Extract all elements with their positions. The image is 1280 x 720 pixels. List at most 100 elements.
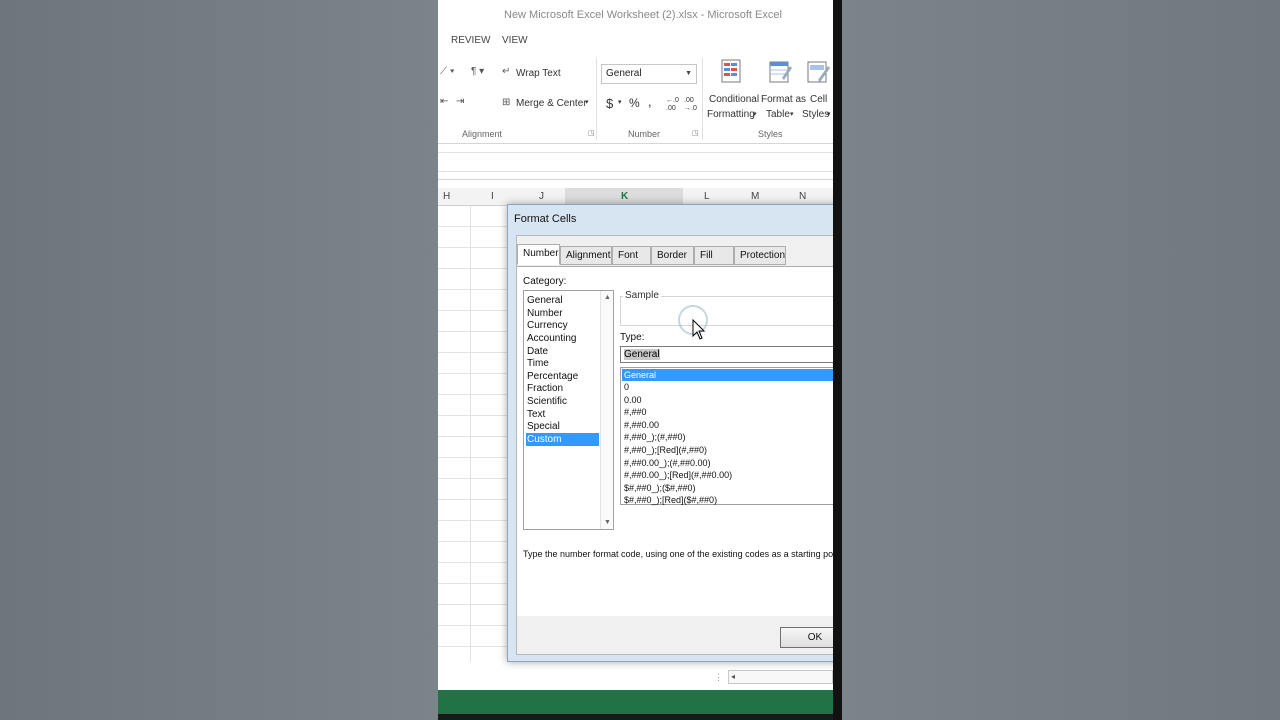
category-item-special[interactable]: Special (526, 420, 599, 433)
group-separator (702, 58, 703, 140)
column-header-m[interactable]: M (751, 191, 759, 202)
currency-button[interactable]: $ (606, 96, 613, 111)
conditional-formatting-icon (721, 59, 741, 83)
tab-review[interactable]: REVIEW (451, 35, 490, 46)
category-item-time[interactable]: Time (526, 357, 599, 370)
format-as-table-dropdown-icon[interactable]: ▾ (790, 110, 794, 118)
conditional-formatting-dropdown-icon[interactable]: ▾ (753, 110, 757, 118)
video-left-padding (0, 0, 438, 720)
comma-button[interactable]: , (648, 94, 652, 109)
number-format-select[interactable]: General ▼ (601, 64, 697, 84)
category-scrollbar[interactable]: ▲ ▼ (600, 291, 613, 529)
tab-alignment[interactable]: Alignment (560, 246, 612, 265)
ok-button[interactable]: OK (780, 627, 833, 648)
type-item[interactable]: #,##0.00 (622, 419, 833, 431)
chevron-down-icon: ▼ (685, 70, 692, 77)
type-label: Type: (620, 332, 645, 343)
number-launcher-icon[interactable]: ◳ (692, 129, 699, 137)
group-separator (596, 58, 597, 140)
conditional-formatting-label-1[interactable]: Conditional (709, 94, 759, 105)
format-as-table-label-1[interactable]: Format as (761, 94, 806, 105)
column-header-j[interactable]: J (539, 191, 544, 202)
increase-decimal-button[interactable]: ←.0.00 (666, 97, 680, 113)
tab-font[interactable]: Font (612, 246, 651, 265)
column-header-n[interactable]: N (799, 191, 806, 202)
merge-dropdown-icon[interactable]: ▾ (585, 98, 589, 106)
scroll-down-icon[interactable]: ▼ (604, 519, 611, 526)
tab-view[interactable]: VIEW (502, 35, 528, 46)
type-item[interactable]: 0.00 (622, 394, 833, 406)
type-item[interactable]: $#,##0_);[Red]($#,##0) (622, 494, 833, 506)
category-item-custom[interactable]: Custom (526, 433, 599, 446)
wrap-text-icon: ↵ (502, 66, 511, 77)
type-list[interactable]: General 0 0.00 #,##0 #,##0.00 #,##0_);(#… (620, 367, 833, 505)
column-header-k[interactable]: K (621, 191, 628, 202)
wrap-text-button[interactable]: Wrap Text (516, 68, 561, 79)
merge-center-icon: ⊞ (502, 97, 511, 108)
increase-indent-icon[interactable]: ⇥ (456, 96, 464, 107)
text-direction-icon[interactable]: ¶ ▾ (471, 66, 484, 77)
scroll-left-icon[interactable]: ◂ (731, 672, 735, 681)
type-item[interactable]: #,##0_);[Red](#,##0) (622, 444, 833, 456)
dialog-title: Format Cells (514, 213, 577, 225)
number-group-label: Number (628, 129, 661, 139)
number-format-value: General (606, 68, 642, 79)
dialog-body: Number Alignment Font Border Fill Protec… (516, 235, 833, 655)
type-input-value: General (624, 349, 660, 360)
status-bar (438, 690, 833, 714)
number-tab-panel: Category: General Number Currency Accoun… (517, 266, 833, 616)
decrease-decimal-button[interactable]: .00 →.0 (684, 97, 698, 113)
category-item-scientific[interactable]: Scientific (526, 395, 599, 408)
category-item-accounting[interactable]: Accounting (526, 332, 599, 345)
type-item[interactable]: #,##0.00_);(#,##0.00) (622, 457, 833, 469)
percent-button[interactable]: % (629, 96, 640, 110)
mouse-cursor-icon (692, 319, 706, 340)
tab-border[interactable]: Border (651, 246, 694, 265)
column-header-i[interactable]: I (491, 191, 494, 202)
category-item-fraction[interactable]: Fraction (526, 382, 599, 395)
alignment-group-label: Alignment (462, 129, 503, 139)
decrease-indent-icon[interactable]: ⇤ (440, 96, 448, 107)
video-right-padding (842, 0, 1280, 720)
sheet-splitter-icon[interactable]: ⋮ (714, 672, 723, 683)
type-input[interactable]: General (620, 346, 833, 363)
formula-bar (438, 144, 833, 180)
window-title: New Microsoft Excel Worksheet (2).xlsx -… (504, 9, 782, 21)
formula-input[interactable] (438, 152, 833, 172)
tab-number[interactable]: Number (517, 244, 560, 265)
merge-center-button[interactable]: Merge & Center (516, 98, 587, 109)
styles-group-label: Styles (758, 129, 783, 139)
ribbon-tabs: REVIEW VIEW (438, 30, 833, 52)
tab-fill[interactable]: Fill (694, 246, 734, 265)
column-header-h[interactable]: H (443, 191, 450, 202)
cell-styles-label-2[interactable]: Styles (802, 109, 829, 120)
conditional-formatting-label-2[interactable]: Formatting (707, 109, 755, 120)
scroll-up-icon[interactable]: ▲ (604, 294, 611, 301)
sample-label: Sample (623, 290, 661, 301)
category-item-currency[interactable]: Currency (526, 319, 599, 332)
type-item[interactable]: #,##0_);(#,##0) (622, 431, 833, 443)
type-item[interactable]: $#,##0_);($#,##0) (622, 482, 833, 494)
cell-styles-label-1[interactable]: Cell (810, 94, 827, 105)
title-bar: New Microsoft Excel Worksheet (2).xlsx -… (438, 0, 833, 30)
horizontal-scrollbar[interactable]: ◂ (728, 670, 833, 684)
type-item[interactable]: #,##0.00_);[Red](#,##0.00) (622, 469, 833, 481)
alignment-launcher-icon[interactable]: ◳ (588, 129, 595, 137)
orientation-icon[interactable]: ⟋ ▾ (440, 66, 455, 77)
type-item[interactable]: #,##0 (622, 406, 833, 418)
excel-window: New Microsoft Excel Worksheet (2).xlsx -… (438, 0, 833, 720)
format-description: Type the number format code, using one o… (523, 549, 833, 559)
category-label: Category: (523, 276, 567, 287)
type-item[interactable]: General (622, 369, 833, 381)
cell-styles-dropdown-icon[interactable]: ▾ (827, 110, 831, 118)
type-item[interactable]: 0 (622, 381, 833, 393)
tab-protection[interactable]: Protection (734, 246, 786, 265)
category-list[interactable]: General Number Currency Accounting Date … (523, 290, 614, 530)
video-black-strip (833, 0, 842, 720)
currency-dropdown-icon[interactable]: ▾ (618, 98, 622, 106)
ribbon: ⟋ ▾ ¶ ▾ ⇤ ⇥ ↵ Wrap Text ⊞ Merge & Center… (438, 52, 833, 144)
format-as-table-label-2[interactable]: Table (766, 109, 790, 120)
category-item-general[interactable]: General (526, 294, 599, 307)
taskbar-edge (438, 714, 833, 720)
column-header-l[interactable]: L (704, 191, 710, 202)
